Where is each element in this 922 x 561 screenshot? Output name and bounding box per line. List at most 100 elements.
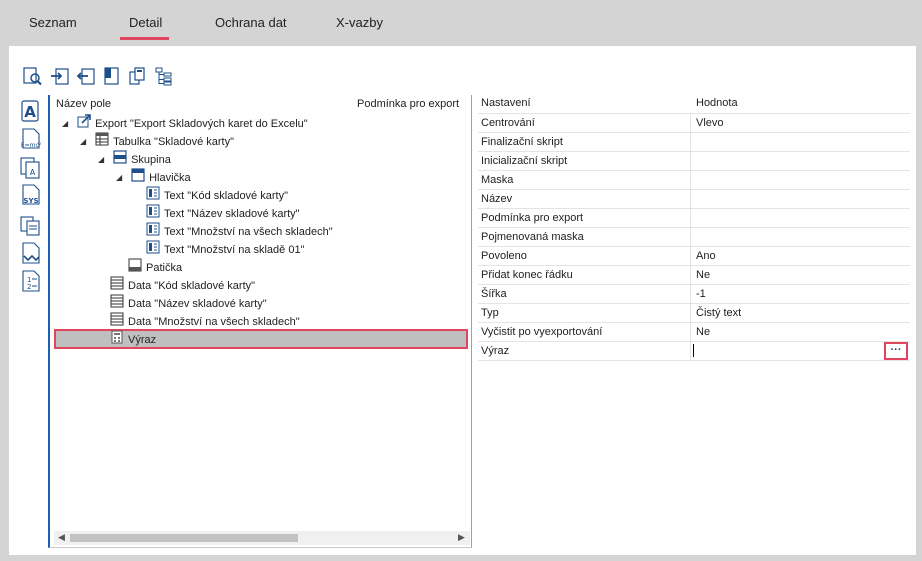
active-tab-indicator [120,37,169,40]
export-node-icon [77,114,91,134]
property-row[interactable]: Název [478,190,910,209]
column-separator [690,114,691,133]
group-icon [113,150,127,170]
property-value[interactable]: -1 [696,288,706,300]
property-row[interactable]: Finalizační skript [478,133,910,152]
tab-x-vazby[interactable]: X-vazby [336,15,383,35]
property-name: Vyčistit po vyexportování [481,326,603,338]
property-name: Název [481,193,513,205]
tab-seznam[interactable]: Seznam [29,15,77,35]
property-row[interactable]: Výraz [478,342,910,361]
tree-node-text-2[interactable]: Text "Název skladové karty" [146,204,300,222]
horizontal-scrollbar[interactable]: ◀ ▶ [54,531,470,545]
tree-node-data-1[interactable]: Data "Kód skladové karty" [110,276,255,294]
svg-text:SYS: SYS [23,197,38,205]
expression-icon [110,330,124,350]
table-icon [95,132,109,152]
tree-node-header[interactable]: ◢ Hlavička [116,168,191,186]
column-separator [690,285,691,304]
property-name: Povoleno [481,250,527,262]
property-name: Šířka [481,288,507,300]
property-value[interactable]: Vlevo [696,117,724,129]
copy-field-icon[interactable] [18,214,44,238]
property-name: Inicializační skript [481,155,568,167]
property-row[interactable]: Maska [478,171,910,190]
column-separator [690,323,691,342]
property-value[interactable]: Ne [696,269,710,281]
tree-node-text-4[interactable]: Text "Množství na skladě 01" [146,240,305,258]
expression-edit-button[interactable]: ··· [884,342,908,360]
text-item-icon [146,186,160,206]
property-name: Typ [481,307,499,319]
tree-node-data-3[interactable]: Data "Množství na všech skladech" [110,312,300,330]
properties-grid: Nastavení Hodnota Centrování Vlevo Finaliz… [474,95,910,365]
tab-order-icon[interactable]: 12 [18,270,44,294]
tab-ochrana-dat[interactable]: Ochrana dat [215,15,287,35]
column-separator [690,133,691,152]
text-item-icon [146,204,160,224]
scroll-thumb[interactable] [70,534,298,542]
text-field-icon[interactable]: A [18,100,44,124]
import-icon[interactable] [50,66,70,86]
svg-text:A: A [24,103,36,121]
tab-detail[interactable]: Detail [129,15,162,35]
property-row[interactable]: Povoleno Ano [478,247,910,266]
copy-icon[interactable] [128,66,148,86]
tree-structure-icon[interactable] [154,66,174,86]
scroll-right-icon[interactable]: ▶ [458,532,465,543]
preview-icon[interactable] [22,66,42,86]
svg-text:E=mc²: E=mc² [21,142,42,149]
property-name: Podmínka pro export [481,212,584,224]
column-separator [690,342,691,361]
data-item-icon [110,294,124,314]
field-tree: Název pole Podmínka pro export ◢ Export … [48,95,472,548]
tree-node-export[interactable]: ◢ Export "Export Skladových karet do Exc… [62,114,308,132]
expand-triangle-icon[interactable]: ◢ [80,133,92,151]
tab-bar: Seznam Detail Ochrana dat X-vazby [0,0,922,46]
column-separator [690,209,691,228]
tree-node-table[interactable]: ◢ Tabulka "Skladové karty" [80,132,234,150]
text-item-icon [146,222,160,242]
property-name: Výraz [481,345,510,357]
property-value[interactable]: Ano [696,250,716,262]
column-separator [690,228,691,247]
property-row[interactable]: Vyčistit po vyexportování Ne [478,323,910,342]
property-name: Maska [481,174,514,186]
property-name: Finalizační skript [481,136,563,148]
tree-node-text-1[interactable]: Text "Kód skladové karty" [146,186,288,204]
expand-triangle-icon[interactable]: ◢ [98,151,110,169]
data-item-icon [110,276,124,296]
property-row[interactable]: Centrování Vlevo [478,114,910,133]
property-row[interactable]: Typ Čistý text [478,304,910,323]
link-icon[interactable] [18,242,44,266]
system-variable-icon[interactable]: SYS [18,184,44,208]
property-value[interactable]: Ne [696,326,710,338]
property-value[interactable]: Čistý text [696,307,741,319]
tree-header-name: Název pole [56,98,112,110]
property-row[interactable]: Inicializační skript [478,152,910,171]
expand-triangle-icon[interactable]: ◢ [116,169,128,187]
property-name: Přidat konec řádku [481,269,573,281]
scroll-left-icon[interactable]: ◀ [58,532,65,543]
tree-node-expression[interactable]: Výraz [110,330,156,348]
text-item-icon [146,240,160,260]
data-field-icon[interactable]: A [18,156,44,180]
property-row[interactable]: Přidat konec řádku Ne [478,266,910,285]
expand-triangle-icon[interactable]: ◢ [62,115,74,133]
property-row[interactable]: Šířka -1 [478,285,910,304]
column-separator [690,171,691,190]
property-row[interactable]: Podmínka pro export [478,209,910,228]
page-icon[interactable] [102,66,122,86]
column-separator [690,247,691,266]
tree-header-condition: Podmínka pro export [357,98,460,110]
tree-node-data-2[interactable]: Data "Název skladové karty" [110,294,267,312]
footer-section-icon [128,258,142,278]
tree-node-text-3[interactable]: Text "Množství na všech skladech" [146,222,333,240]
property-row[interactable]: Pojmenovaná maska [478,228,910,247]
tree-node-footer[interactable]: Patička [128,258,182,276]
header-section-icon [131,168,145,188]
property-name: Centrování [481,117,535,129]
export-icon[interactable] [76,66,96,86]
tree-node-group[interactable]: ◢ Skupina [98,150,171,168]
formula-icon[interactable]: E=mc² [18,128,44,152]
